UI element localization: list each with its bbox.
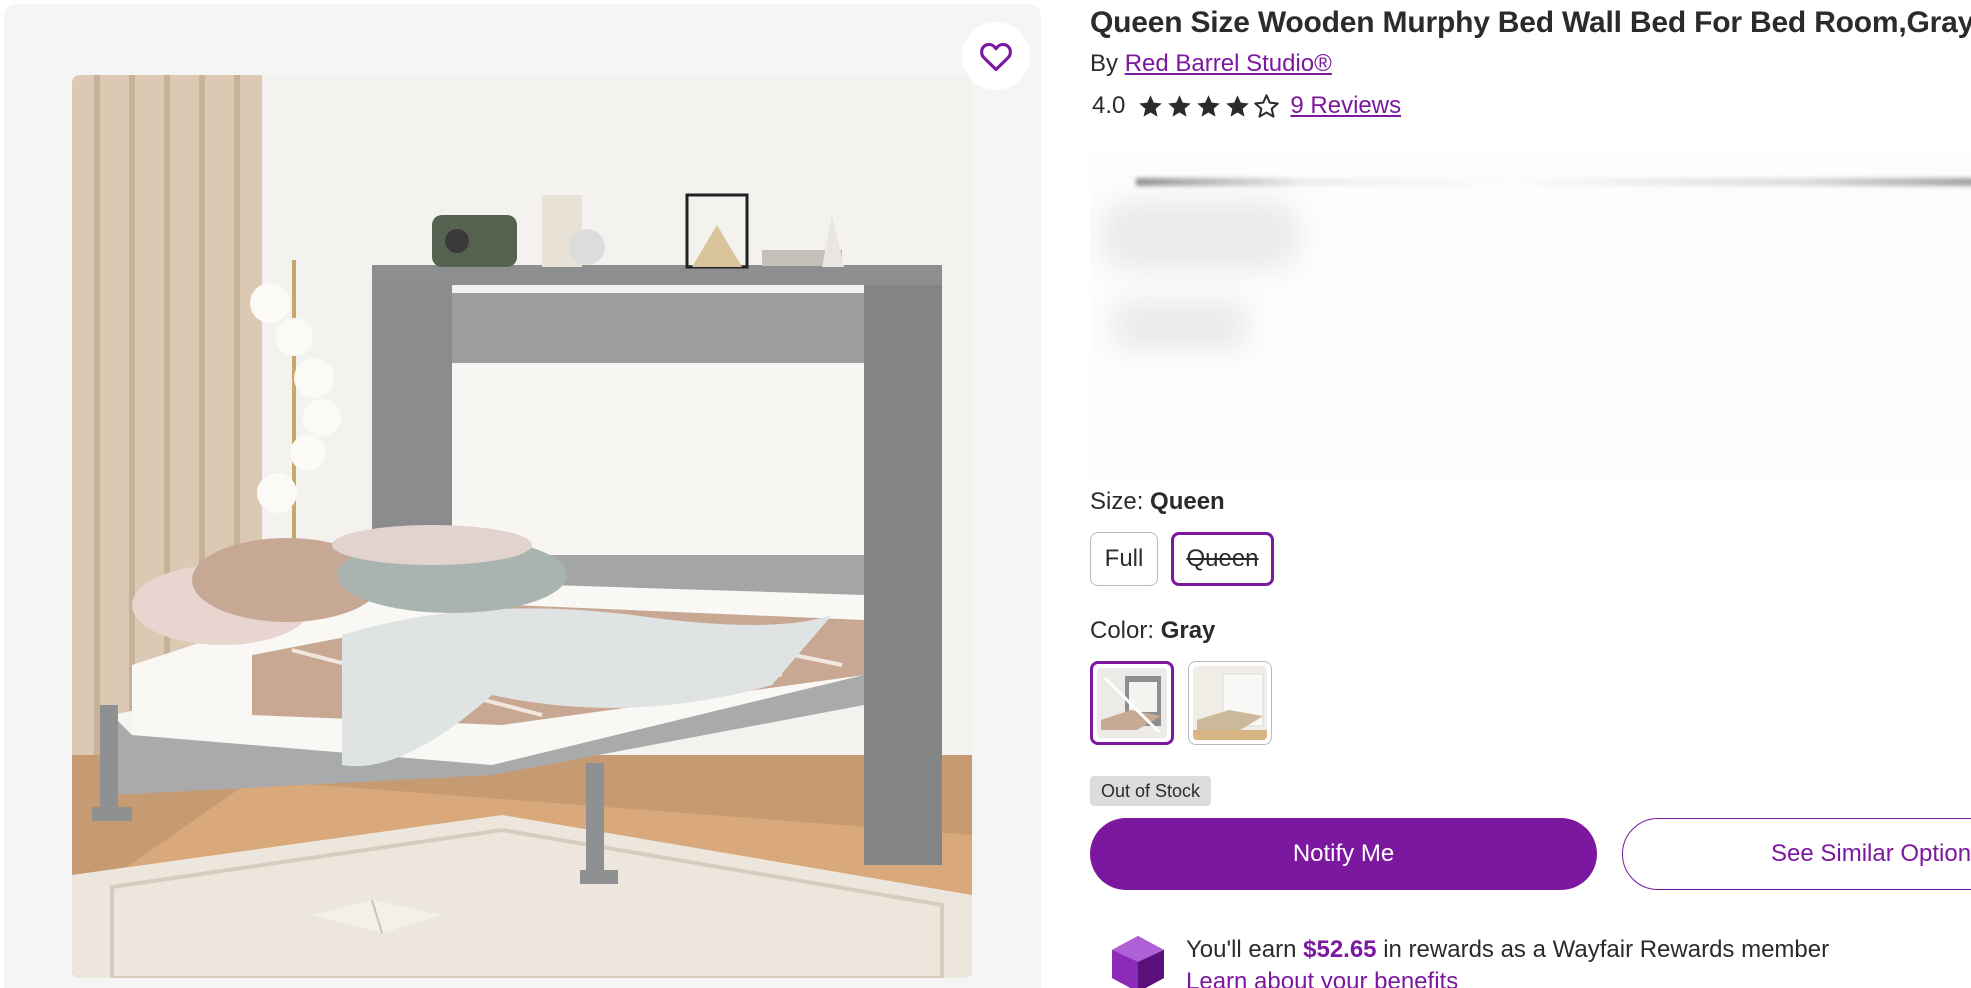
- rewards-amount: $52.65: [1303, 936, 1377, 963]
- by-prefix: By: [1090, 50, 1119, 77]
- star-filled-icon: [1197, 94, 1221, 117]
- swatch-thumbnail: [1193, 666, 1267, 740]
- rewards-banner: You'll earn $52.65 in rewards as a Wayfa…: [1108, 930, 1968, 988]
- heart-outline-icon: [980, 42, 1012, 72]
- star-filled-icon: [1226, 94, 1250, 117]
- size-label-row: Size: Queen: [1090, 488, 1225, 516]
- size-option-label: Full: [1104, 545, 1144, 572]
- star-empty-icon: [1254, 93, 1280, 118]
- see-similar-button[interactable]: See Similar Option: [1622, 818, 1971, 890]
- stock-status-badge: Out of Stock: [1090, 776, 1212, 806]
- rewards-gem-icon: [1112, 936, 1164, 988]
- star-rating: [1137, 93, 1280, 120]
- rating-value: 4.0: [1092, 92, 1126, 119]
- notify-me-button[interactable]: Notify Me: [1090, 818, 1597, 890]
- rating-row: 4.0 9 Reviews: [1092, 92, 1401, 120]
- size-label: Size:: [1090, 488, 1144, 515]
- blurred-price-region: [1090, 150, 1971, 480]
- size-selected-value: Queen: [1150, 488, 1225, 515]
- reviews-link[interactable]: 9 Reviews: [1290, 92, 1401, 120]
- color-swatch-gray[interactable]: [1090, 661, 1174, 745]
- star-filled-icon: [1168, 94, 1192, 117]
- size-option-full[interactable]: Full: [1090, 532, 1158, 586]
- product-image[interactable]: [72, 75, 972, 978]
- product-image-panel: [4, 4, 1041, 988]
- star-filled-icon: [1139, 94, 1163, 117]
- product-title: Queen Size Wooden Murphy Bed Wall Bed Fo…: [1090, 6, 1971, 39]
- rewards-prefix: You'll earn: [1186, 936, 1297, 963]
- rewards-text: You'll earn $52.65 in rewards as a Wayfa…: [1186, 936, 1829, 964]
- color-label: Color:: [1090, 617, 1155, 644]
- color-swatch-white[interactable]: [1188, 661, 1272, 745]
- color-label-row: Color: Gray: [1090, 617, 1215, 645]
- favorite-button[interactable]: [962, 22, 1030, 90]
- product-info: Queen Size Wooden Murphy Bed Wall Bed Fo…: [1090, 0, 1971, 988]
- rewards-suffix: in rewards as a Wayfair Rewards member: [1383, 936, 1830, 963]
- murphy-bed-photo: [72, 75, 972, 978]
- color-selected-value: Gray: [1160, 617, 1216, 644]
- brand-line: By Red Barrel Studio®: [1090, 50, 1332, 78]
- swatch-thumbnail: [1097, 668, 1167, 738]
- size-option-label: Queen: [1186, 545, 1259, 572]
- size-option-queen[interactable]: Queen: [1171, 532, 1274, 586]
- brand-link[interactable]: Red Barrel Studio®: [1125, 50, 1332, 77]
- rewards-benefits-link[interactable]: Learn about your benefits: [1186, 968, 1458, 988]
